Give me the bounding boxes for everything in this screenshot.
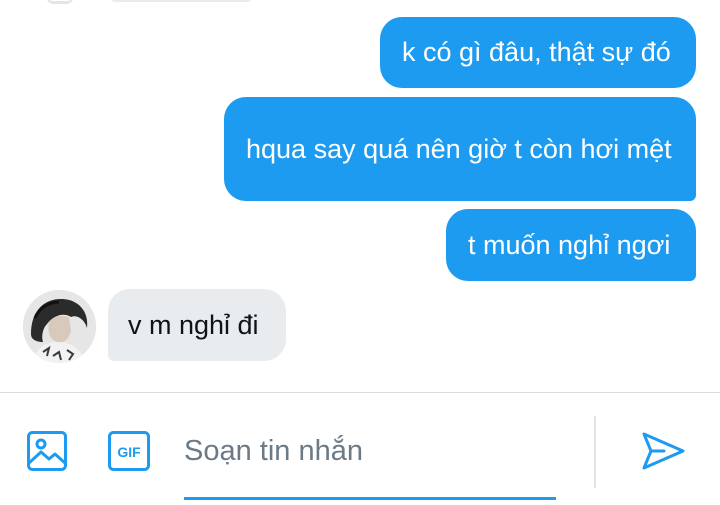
message-bubble-sent[interactable]: k có gì đâu, thật sự đó xyxy=(380,17,696,88)
message-input-underline xyxy=(184,497,556,500)
message-text: hqua say quá nên giờ t còn hơi mệt xyxy=(246,133,672,164)
message-bubble-received[interactable]: v m nghỉ đi xyxy=(108,289,286,361)
add-image-button[interactable] xyxy=(24,428,70,474)
send-button[interactable] xyxy=(638,428,688,474)
message-input-wrapper xyxy=(184,420,556,500)
composer-divider xyxy=(0,392,720,393)
message-text: v m nghỉ đi xyxy=(128,309,259,340)
send-icon xyxy=(642,432,685,470)
send-divider xyxy=(594,416,596,488)
message-bubble-sent[interactable]: hqua say quá nên giờ t còn hơi mệt xyxy=(224,97,696,201)
avatar-photo xyxy=(23,290,96,363)
chat-screen: k có gì đâu, thật sự đó hqua say quá nên… xyxy=(0,0,720,505)
avatar[interactable] xyxy=(23,290,96,363)
message-text: t muốn nghỉ ngơi xyxy=(468,229,671,260)
gif-icon-label: GIF xyxy=(117,444,141,460)
previous-message-fragment xyxy=(108,0,254,2)
gif-icon: GIF xyxy=(108,431,150,471)
image-icon xyxy=(27,431,67,471)
message-text: k có gì đâu, thật sự đó xyxy=(402,37,671,67)
add-gif-button[interactable]: GIF xyxy=(106,428,152,474)
previous-avatar-fragment xyxy=(46,0,74,4)
message-input[interactable] xyxy=(184,420,556,482)
message-bubble-sent[interactable]: t muốn nghỉ ngơi xyxy=(446,209,696,281)
